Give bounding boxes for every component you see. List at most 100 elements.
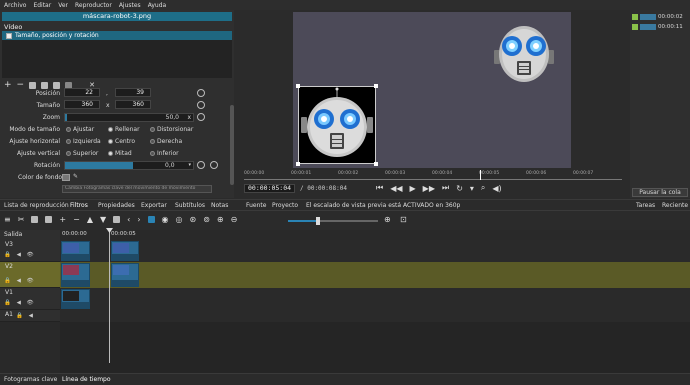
position-y-input[interactable]: 39 [115, 88, 151, 97]
resize-handle-top-left[interactable] [296, 84, 300, 88]
vertical-bottom-radio[interactable]: Inferior [150, 150, 179, 157]
next-icon[interactable]: › [137, 215, 140, 224]
tab-export[interactable]: Exportar [141, 202, 167, 209]
snap-icon[interactable] [147, 216, 155, 223]
grid-icon[interactable]: ▾ [470, 184, 474, 193]
zoom-fit-icon[interactable]: ⊡ [400, 215, 407, 224]
track-controls[interactable]: 🔒 ◀ [16, 313, 35, 319]
robot-mask-image[interactable] [298, 86, 376, 164]
track-header-a1[interactable]: A1 🔒 ◀ [0, 310, 60, 322]
timeline-clip[interactable] [111, 241, 139, 261]
tab-filters[interactable]: Filtros [70, 202, 88, 209]
player-ruler[interactable]: 00:00:00 00:00:01 00:00:02 00:00:03 00:0… [244, 170, 622, 180]
fast-forward-icon[interactable]: ▶▶ [423, 184, 435, 193]
timeline-clip[interactable] [61, 263, 90, 287]
job-row[interactable]: 00:00:11 [632, 22, 688, 31]
filter-enabled-checkbox[interactable] [6, 32, 12, 39]
remove-icon[interactable]: − [73, 215, 80, 224]
size-width-input[interactable]: 360 [64, 100, 100, 109]
overwrite-icon[interactable]: ▼ [100, 215, 106, 224]
menu-archivo[interactable]: Archivo [4, 2, 26, 9]
copy-icon[interactable] [31, 216, 39, 223]
player-playhead[interactable] [480, 170, 481, 180]
paste-icon[interactable] [45, 216, 53, 223]
tab-timeline[interactable]: Línea de tiempo [62, 376, 111, 383]
size-height-input[interactable]: 360 [115, 100, 151, 109]
tab-source[interactable]: Fuente [246, 202, 266, 209]
track-header-v3[interactable]: V3 🔒 ◀ 👁 [0, 240, 60, 262]
reset-rotation-icon[interactable] [197, 161, 205, 169]
track-controls[interactable]: 🔒 ◀ 👁 [4, 252, 36, 258]
rotation-slider[interactable]: 0,0 ▾ [64, 161, 194, 170]
pause-queue-button[interactable]: Pausar la cola [632, 188, 688, 197]
timeline-clip[interactable] [61, 241, 90, 261]
zoom-slider[interactable]: 50,0 x [64, 113, 194, 122]
skip-next-icon[interactable]: ⏭ [442, 183, 449, 193]
timeline-ruler[interactable]: 00:00:00 00:00:05 [60, 230, 690, 240]
reset-size-icon[interactable] [197, 101, 205, 109]
keyframe-rotation-icon[interactable] [210, 161, 218, 169]
menu-reproductor[interactable]: Reproductor [75, 2, 112, 9]
split-icon[interactable] [113, 216, 121, 223]
tab-properties[interactable]: Propiedades [98, 202, 135, 209]
tab-jobs[interactable]: Tareas [636, 202, 655, 209]
zoom-icon[interactable]: ⌕ [481, 183, 485, 193]
tab-project[interactable]: Proyecto [272, 202, 298, 209]
vertical-middle-radio[interactable]: Mitad [108, 150, 132, 157]
ripple-icon[interactable]: ◎ [176, 215, 183, 224]
tab-subtitles[interactable]: Subtítulos [175, 202, 205, 209]
rewind-icon[interactable]: ◀◀ [390, 184, 402, 193]
resize-handle-bottom-left[interactable] [296, 162, 300, 166]
menu-ajustes[interactable]: Ajustes [119, 2, 141, 9]
eyedropper-icon[interactable]: ✎ [73, 173, 78, 180]
job-row[interactable]: 00:00:02 [632, 12, 688, 21]
resize-handle-top-right[interactable] [374, 84, 378, 88]
tab-playlist[interactable]: Lista de reproducción [4, 202, 69, 209]
horizontal-right-radio[interactable]: Derecha [150, 138, 182, 145]
tab-notes[interactable]: Notas [211, 202, 228, 209]
position-timecode[interactable]: 00:00:05:04 [244, 184, 296, 193]
track-controls[interactable]: 🔒 ◀ 👁 [4, 278, 36, 284]
zoom-in-icon[interactable]: ⊕ [384, 215, 391, 224]
horizontal-center-radio[interactable]: Centro [108, 138, 135, 145]
menu-ayuda[interactable]: Ayuda [148, 2, 167, 9]
reset-zoom-icon[interactable] [197, 113, 205, 121]
vertical-top-radio[interactable]: Superior [66, 150, 98, 157]
filter-item-size-position[interactable]: Tamaño, posición y rotación [2, 31, 232, 40]
track-controls[interactable]: 🔒 ◀ 👁 [4, 300, 36, 306]
lift-icon[interactable]: ▲ [87, 215, 93, 224]
play-icon[interactable]: ▶ [410, 184, 416, 193]
resize-handle-bottom-right[interactable] [374, 162, 378, 166]
timeline-zoom-handle[interactable] [316, 217, 320, 225]
track-header-v1[interactable]: V1 🔒 ◀ 👁 [0, 288, 60, 310]
skip-previous-icon[interactable]: ⏮ [376, 183, 383, 193]
ripple-markers-icon[interactable]: ⊚ [203, 215, 210, 224]
previous-icon[interactable]: ‹ [127, 215, 130, 224]
append-icon[interactable]: + [59, 215, 66, 224]
scrub-icon[interactable]: ◉ [162, 215, 169, 224]
tab-keyframes[interactable]: Fotogramas clave [4, 376, 57, 383]
marker-icon[interactable]: ⊕ [217, 215, 224, 224]
zoom-out-icon[interactable]: ⊖ [231, 215, 238, 224]
volume-icon[interactable]: ◀) [492, 184, 501, 193]
horizontal-left-radio[interactable]: Izquierda [66, 138, 101, 145]
timeline-clip[interactable] [111, 263, 139, 287]
rotation-spin-icon[interactable]: ▾ [188, 162, 191, 169]
menu-icon[interactable]: ≡ [4, 215, 11, 224]
size-mode-fit-radio[interactable]: Ajustar [66, 126, 94, 133]
menu-ver[interactable]: Ver [58, 2, 68, 9]
track-header-v2[interactable]: V2 🔒 ◀ 👁 [0, 262, 60, 288]
position-x-input[interactable]: 22 [64, 88, 100, 97]
zoom-clear-icon[interactable]: x [187, 114, 191, 121]
size-mode-fill-radio[interactable]: Rellenar [108, 126, 140, 133]
cut-icon[interactable]: ✂ [18, 215, 25, 224]
tab-recent[interactable]: Reciente [662, 202, 688, 209]
background-color-swatch[interactable] [62, 174, 70, 181]
loop-icon[interactable]: ↻ [456, 184, 463, 193]
timeline-clip[interactable] [61, 289, 90, 309]
menu-editar[interactable]: Editar [33, 2, 51, 9]
size-mode-distort-radio[interactable]: Distorsionar [150, 126, 193, 133]
ripple-all-icon[interactable]: ⊛ [190, 215, 197, 224]
timeline-playhead[interactable] [109, 230, 110, 363]
reset-position-icon[interactable] [197, 89, 205, 97]
